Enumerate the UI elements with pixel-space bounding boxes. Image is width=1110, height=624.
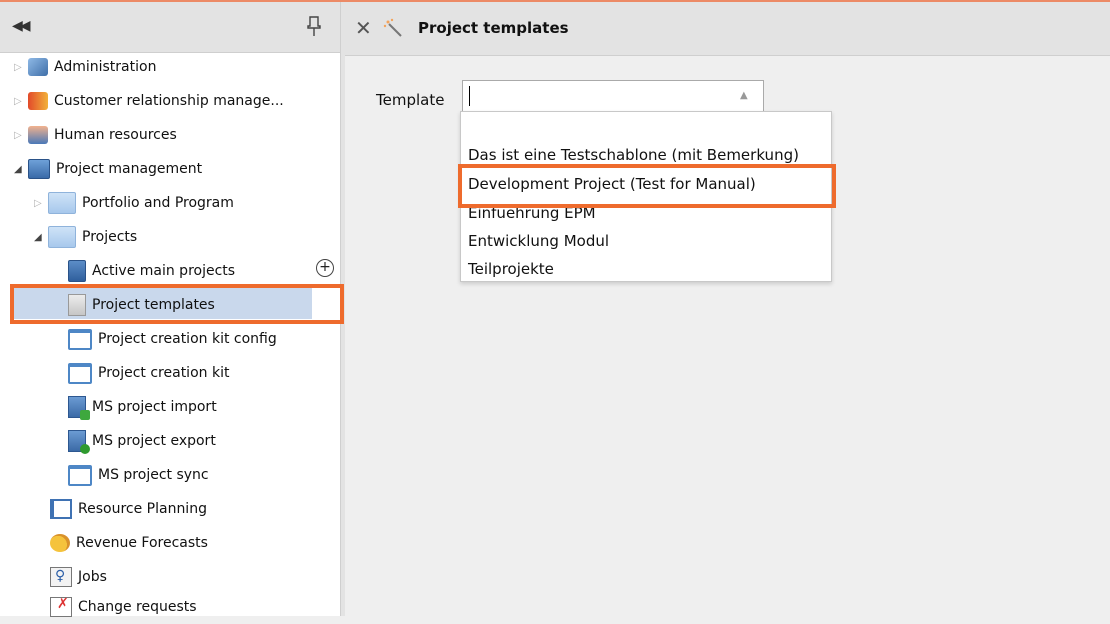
sidebar-item-project-management[interactable]: ◢ Project management xyxy=(14,152,202,186)
window-icon xyxy=(68,328,92,350)
sidebar-item-human-resources[interactable]: ▷ Human resources xyxy=(14,118,177,152)
sidebar-item-label: Change requests xyxy=(78,599,197,615)
close-icon[interactable]: ✕ xyxy=(355,18,372,38)
sidebar-item-label: Project creation kit xyxy=(98,365,230,381)
sidebar-item-revenue-forecasts[interactable]: Revenue Forecasts xyxy=(50,526,208,560)
collapse-arrow-icon[interactable]: ◢ xyxy=(14,164,28,175)
sidebar-item-label: Jobs xyxy=(78,569,107,585)
sidebar-item-crm[interactable]: ▷ Customer relationship manage... xyxy=(14,84,284,118)
expand-arrow-icon[interactable]: ▷ xyxy=(14,96,28,107)
window-icon xyxy=(68,362,92,384)
highlight-box-option xyxy=(458,164,836,208)
wrench-icon xyxy=(28,58,48,76)
dropdown-option[interactable]: Entwicklung Modul xyxy=(468,232,609,250)
sidebar-item-ms-project-import[interactable]: MS project import xyxy=(68,390,217,424)
export-icon xyxy=(68,430,90,454)
sidebar-item-label: Customer relationship manage... xyxy=(54,93,284,109)
expand-arrow-icon[interactable]: ▷ xyxy=(34,198,48,209)
sidebar-item-label: MS project import xyxy=(92,399,217,415)
resource-planning-icon xyxy=(50,499,72,519)
sidebar-item-label: Project management xyxy=(56,161,203,177)
collapse-arrow-icon[interactable]: ◢ xyxy=(34,232,48,243)
window-icon xyxy=(68,464,92,486)
change-request-icon xyxy=(50,596,72,617)
sidebar-item-label: Projects xyxy=(82,229,138,245)
wand-icon xyxy=(383,18,402,37)
folder-icon xyxy=(48,192,76,214)
import-icon xyxy=(68,396,90,420)
jobs-icon xyxy=(50,567,72,587)
text-cursor xyxy=(469,86,470,106)
sidebar-item-label: MS project export xyxy=(92,433,216,449)
project-book-icon xyxy=(68,260,86,282)
people-icon xyxy=(28,126,48,144)
sidebar-item-label: Resource Planning xyxy=(78,501,207,517)
add-icon[interactable]: + xyxy=(316,259,334,277)
sidebar-item-label: Project creation kit config xyxy=(98,331,277,347)
dropdown-arrow-icon[interactable]: ▲ xyxy=(740,90,748,101)
sidebar-item-label: Human resources xyxy=(54,127,177,143)
sidebar-item-label: Portfolio and Program xyxy=(82,195,234,211)
dropdown-option[interactable]: Teilprojekte xyxy=(468,260,554,278)
sidebar-item-ms-project-sync[interactable]: MS project sync xyxy=(68,458,209,492)
folder-icon xyxy=(48,226,76,248)
expand-arrow-icon[interactable]: ▷ xyxy=(14,130,28,141)
sidebar-item-change-requests[interactable]: Change requests xyxy=(50,590,197,624)
sidebar-item-label: Active main projects xyxy=(92,263,236,279)
sidebar-item-ms-project-export[interactable]: MS project export xyxy=(68,424,216,458)
coins-icon xyxy=(50,534,70,552)
sidebar-item-project-creation-kit-config[interactable]: Project creation kit config xyxy=(68,322,277,356)
collapse-sidebar-icon[interactable]: ◀◀ xyxy=(12,18,30,34)
template-label: Template xyxy=(376,91,445,109)
expand-arrow-icon[interactable]: ▷ xyxy=(14,62,28,73)
project-management-icon xyxy=(28,159,50,179)
sidebar-item-project-creation-kit[interactable]: Project creation kit xyxy=(68,356,229,390)
sidebar-item-label: MS project sync xyxy=(98,467,209,483)
sidebar-item-projects[interactable]: ◢ Projects xyxy=(34,220,137,254)
pin-icon[interactable] xyxy=(306,15,322,37)
sidebar-header: ◀◀ xyxy=(0,2,340,53)
highlight-box-sidebar xyxy=(10,284,344,324)
sidebar-item-label: Administration xyxy=(54,59,157,75)
crm-icon xyxy=(28,92,48,110)
sidebar-item-administration[interactable]: ▷ Administration xyxy=(14,50,156,84)
template-combobox[interactable] xyxy=(462,80,764,112)
sidebar-item-portfolio[interactable]: ▷ Portfolio and Program xyxy=(34,186,234,220)
page-title: Project templates xyxy=(418,19,569,37)
sidebar-item-active-main-projects[interactable]: Active main projects xyxy=(68,254,235,288)
sidebar-item-jobs[interactable]: Jobs xyxy=(50,560,107,594)
sidebar-item-resource-planning[interactable]: Resource Planning xyxy=(50,492,207,526)
sidebar-item-label: Revenue Forecasts xyxy=(76,535,208,551)
dropdown-option[interactable]: Das ist eine Testschablone (mit Bemerkun… xyxy=(468,146,799,164)
